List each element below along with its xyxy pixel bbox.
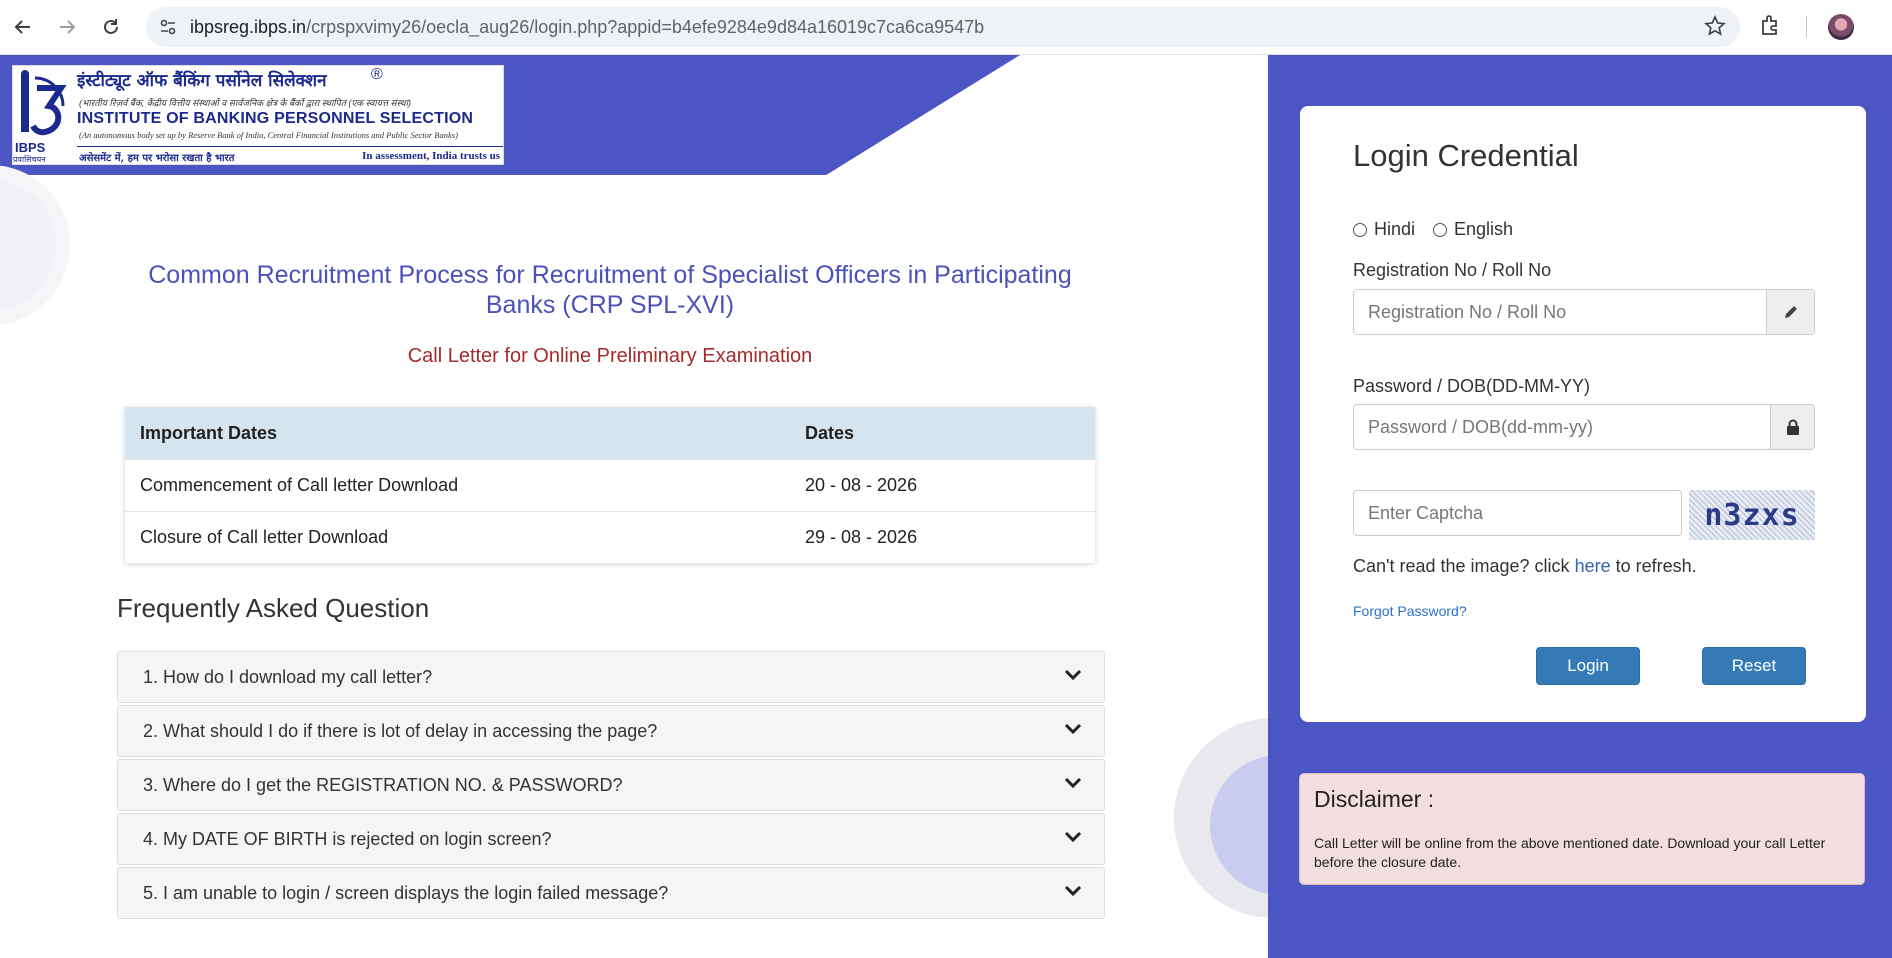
faq-item-3[interactable]: 3. Where do I get the REGISTRATION NO. &… — [117, 759, 1105, 811]
lock-icon — [1770, 405, 1814, 449]
reload-icon — [104, 19, 118, 34]
refresh-suffix: to refresh. — [1615, 556, 1697, 576]
faq-question: 2. What should I do if there is lot of d… — [143, 721, 658, 741]
disclaimer-text: Call Letter will be online from the abov… — [1314, 835, 1826, 870]
radio-english-label[interactable]: English — [1454, 219, 1513, 240]
disclaimer-box: Disclaimer : Call Letter will be online … — [1299, 773, 1865, 885]
radio-hindi[interactable] — [1353, 222, 1367, 237]
left-content: IBPS प्रवासिचयन इंस्टीट्यूट ऑफ बैंकिंग प… — [0, 55, 1268, 958]
table-cell: 29 - 08 - 2026 — [805, 527, 918, 547]
registration-label: Registration No / Roll No — [1353, 260, 1552, 280]
logo-abbr-hindi: प्रवासिचयन — [13, 155, 46, 164]
captcha-input[interactable] — [1353, 490, 1682, 536]
site-settings-icon[interactable] — [158, 17, 178, 42]
password-input[interactable] — [1354, 405, 1770, 449]
login-button[interactable]: Login — [1536, 647, 1640, 685]
table-header-cell: Important Dates — [140, 422, 278, 443]
faq-item-5[interactable]: 5. I am unable to login / screen display… — [117, 867, 1105, 919]
chevron-down-icon — [1064, 669, 1082, 681]
back-button[interactable] — [6, 10, 40, 44]
table-cell: Commencement of Call letter Download — [140, 475, 459, 495]
address-bar[interactable]: ibpsreg.ibps.in/crpspxvimy26/oecla_aug26… — [146, 7, 1740, 47]
table-cell: Closure of Call letter Download — [140, 527, 389, 547]
logo-english-name: INSTITUTE OF BANKING PERSONNEL SELECTION — [77, 110, 474, 127]
logo-abbr: IBPS — [15, 140, 46, 155]
faq-item-4[interactable]: 4. My DATE OF BIRTH is rejected on login… — [117, 813, 1105, 865]
page: IBPS प्रवासिचयन इंस्टीट्यूट ऑफ बैंकिंग प… — [0, 55, 1892, 958]
registration-input-group — [1353, 289, 1815, 335]
forgot-password-link[interactable]: Forgot Password? — [1353, 603, 1467, 619]
bookmark-star-icon[interactable] — [1704, 15, 1726, 42]
logo-english-sub: (An autonomous body set up by Reserve Ba… — [79, 130, 458, 140]
decorative-circle — [0, 165, 70, 325]
faq-heading: Frequently Asked Question — [117, 593, 430, 623]
login-card: Login Credential Hindi English Registrat… — [1300, 106, 1866, 722]
url-domain: ibpsreg.ibps.in — [190, 17, 307, 37]
faq-question: 1. How do I download my call letter? — [143, 667, 433, 687]
faq-question: 4. My DATE OF BIRTH is rejected on login… — [143, 829, 552, 849]
table-row: Closure of Call letter Download 29 - 08 … — [125, 511, 1095, 563]
logo-hindi-name: इंस्टीट्यूट ऑफ बैंकिंग पर्सोनेल सिलेक्शन — [77, 71, 327, 91]
ibps-logo[interactable]: IBPS प्रवासिचयन इंस्टीट्यूट ऑफ बैंकिंग प… — [12, 65, 504, 165]
faq-item-1[interactable]: 1. How do I download my call letter? — [117, 651, 1105, 703]
forward-button[interactable] — [50, 10, 84, 44]
logo-tagline-english: In assessment, India trusts us — [362, 150, 500, 162]
faq-question: 3. Where do I get the REGISTRATION NO. &… — [143, 775, 623, 795]
table-header-cell: Dates — [805, 422, 855, 443]
chevron-down-icon — [1064, 831, 1082, 843]
radio-english[interactable] — [1433, 222, 1448, 237]
chevron-down-icon — [1064, 777, 1082, 789]
reset-button[interactable]: Reset — [1702, 647, 1806, 685]
refresh-prefix: Can't read the image? click — [1353, 556, 1570, 576]
url-path: /crpspxvimy26/oecla_aug26/login.php?appi… — [306, 17, 985, 37]
language-selector: Hindi English — [1353, 219, 1513, 240]
table-header-row: Important Dates Dates — [125, 407, 1095, 459]
chevron-down-icon — [1064, 723, 1082, 735]
back-arrow-icon — [14, 20, 30, 34]
captcha-refresh-link[interactable]: here — [1575, 556, 1611, 576]
url-text: ibpsreg.ibps.in/crpspxvimy26/oecla_aug26… — [190, 17, 984, 38]
login-title: Login Credential — [1353, 138, 1579, 173]
profile-avatar[interactable] — [1828, 14, 1854, 40]
captcha-refresh-text: Can't read the image? click here to refr… — [1353, 556, 1697, 577]
faq-item-2[interactable]: 2. What should I do if there is lot of d… — [117, 705, 1105, 757]
table-cell: 20 - 08 - 2026 — [805, 475, 918, 495]
logo-tagline-hindi: असेसमेंट में, हम पर भरोसा रखता है भारत — [79, 153, 235, 164]
browser-toolbar: ibpsreg.ibps.in/crpspxvimy26/oecla_aug26… — [0, 0, 1892, 55]
faq-question: 5. I am unable to login / screen display… — [143, 883, 669, 903]
logo-divider — [77, 146, 503, 147]
registration-input[interactable] — [1354, 290, 1766, 334]
forward-arrow-icon — [60, 20, 76, 34]
page-subtitle: Call Letter for Online Preliminary Exami… — [407, 345, 813, 367]
chevron-down-icon — [1064, 885, 1082, 897]
toolbar-divider — [1806, 16, 1807, 38]
logo-hindi-sub: (भारतीय रिज़र्व बैंक, केंद्रीय वित्तीय स… — [79, 98, 411, 108]
password-label: Password / DOB(DD-MM-YY) — [1353, 376, 1591, 396]
registered-mark: ® — [371, 66, 383, 83]
pencil-icon — [1766, 290, 1814, 334]
password-input-group — [1353, 404, 1815, 450]
extensions-icon[interactable] — [1758, 12, 1784, 43]
reload-button[interactable] — [94, 10, 128, 44]
disclaimer-title: Disclaimer : — [1314, 786, 1435, 812]
important-dates-table: Important Dates Dates Commencement of Ca… — [125, 407, 1095, 563]
login-panel: Login Credential Hindi English Registrat… — [1268, 55, 1892, 958]
table-row: Commencement of Call letter Download 20 … — [125, 459, 1095, 511]
page-title: Common Recruitment Process for Recruitme… — [148, 261, 1072, 319]
captcha-text: n3zxs — [1704, 497, 1800, 533]
radio-hindi-label[interactable]: Hindi — [1374, 219, 1415, 240]
captcha-image: n3zxs — [1689, 490, 1815, 540]
